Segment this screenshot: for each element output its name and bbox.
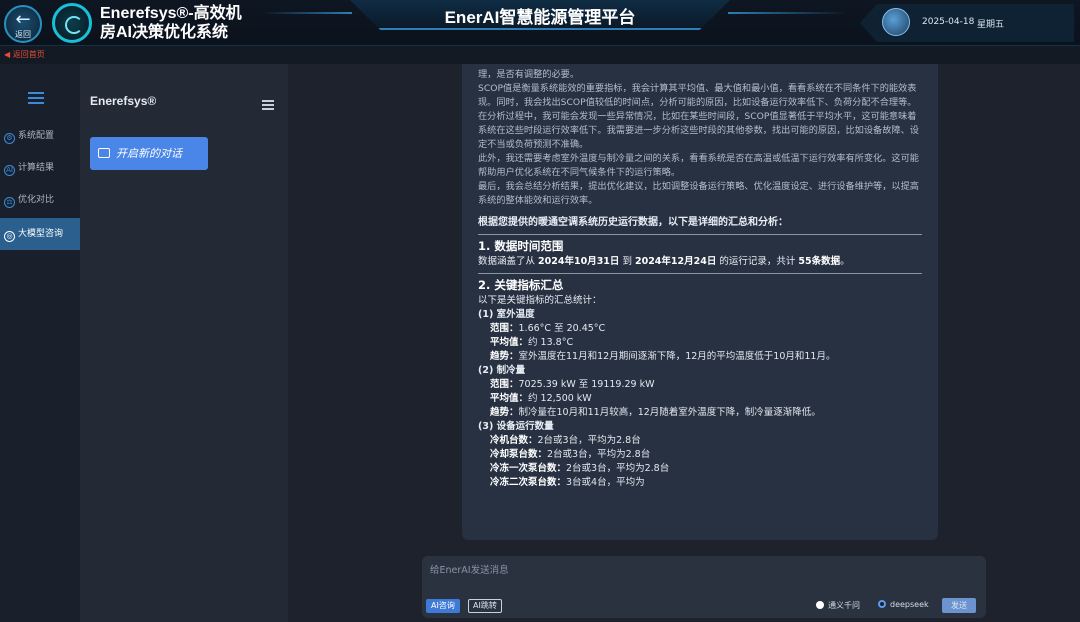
sidebar-item-label: 计算结果	[18, 163, 55, 173]
app-title-line2: 房AI决策优化系统	[100, 24, 229, 41]
metric-group-title: (2) 制冷量	[478, 365, 526, 376]
metric-value: 2台或3台，平均为2.8台	[547, 449, 651, 460]
hamburger-menu-icon[interactable]	[262, 100, 274, 110]
gear-icon: ⚙	[4, 133, 15, 144]
metric-key: 平均值：	[490, 337, 529, 348]
section-intro: 以下是关键指标的汇总统计：	[478, 295, 602, 306]
metric-group-title: (3) 设备运行数量	[478, 421, 554, 432]
new-chat-label: 开启新的对话	[116, 147, 182, 160]
radio-selected-icon	[878, 600, 886, 608]
scale-icon: ⚖	[4, 197, 15, 208]
metric-value: 室外温度在11月和12月期间逐渐下降，12月的平均温度低于10月和11月。	[518, 351, 836, 362]
reasoning-paragraph: 此外，我还需要考虑室外温度与制冷量之间的关系，看看系统是否在高温或低温下运行效率…	[478, 153, 919, 178]
ai-consult-chip[interactable]: AI咨询	[426, 599, 460, 613]
metric-value: 1.66°C 至 20.45°C	[518, 323, 606, 334]
text-fragment: 的运行记录，共计	[716, 256, 799, 267]
metric-value: 约 13.8°C	[528, 337, 574, 348]
breadcrumb-bar: ◀ 返回首页	[0, 46, 1080, 64]
sidebar-item-label: 优化对比	[18, 195, 55, 205]
sidebar-item-llm-consult[interactable]: ◎ 大模型咨询	[0, 218, 80, 250]
sidebar-item-label: 大模型咨询	[18, 229, 64, 239]
conversation-panel: Enerefsys® 开启新的对话	[80, 64, 288, 622]
sidebar: ⚙ 系统配置 AI 计算结果 ⚖ 优化对比 ◎ 大模型咨询	[0, 64, 80, 622]
ai-jump-chip[interactable]: AI跳转	[468, 599, 502, 613]
metric-key: 范围：	[490, 323, 519, 334]
metric-line: 趋势：制冷量在10月和11月较高，12月随着室外温度下降，制冷量逐渐降低。	[478, 406, 922, 420]
model-radio-tongyi[interactable]: 通义千问	[816, 600, 860, 611]
reasoning-paragraph: 在分析过程中，我可能会发现一些异常情况，比如在某些时间段，SCOP值显著低于平均…	[478, 111, 919, 150]
metric-line: 冷却泵台数：2台或3台，平均为2.8台	[478, 448, 922, 462]
chat-bubble-icon	[98, 148, 110, 158]
new-chat-button[interactable]: 开启新的对话	[90, 137, 208, 170]
metric-line: 趋势：室外温度在11月和12月期间逐渐下降，12月的平均温度低于10月和11月。	[478, 350, 922, 364]
message-input-box[interactable]: 给EnerAI发送消息 AI咨询 AI跳转 通义千问 deepseek 发送	[422, 556, 986, 618]
metric-line: 平均值：约 13.8°C	[478, 336, 922, 350]
metric-line: 范围：1.66°C 至 20.45°C	[478, 322, 922, 336]
reasoning-paragraph: 理，是否有调整的必要。	[478, 69, 580, 80]
reasoning-paragraph: SCOP值是衡量系统能效的重要指标，我会计算其平均值、最大值和最小值，看看系统在…	[478, 83, 917, 108]
radio-label: deepseek	[890, 600, 929, 609]
text-fragment: 数据涵盖了从	[478, 256, 539, 267]
metric-line: 冷冻一次泵台数：2台或3台，平均为2.8台	[478, 462, 922, 476]
brand-name: Enerefsys®	[90, 94, 157, 108]
back-arrow-icon: ←	[15, 9, 31, 30]
send-button[interactable]: 发送	[942, 598, 976, 613]
radio-label: 通义千问	[828, 601, 860, 610]
metric-line: 范围：7025.39 kW 至 19119.29 kW	[478, 378, 922, 392]
text-fragment: 。	[840, 256, 850, 267]
metric-key: 平均值：	[490, 393, 529, 404]
app-title-line1: Enerefsys®-高效机	[100, 5, 242, 22]
metric-key: 范围：	[490, 379, 519, 390]
metric-line: 冷机台数：2台或3台，平均为2.8台	[478, 434, 922, 448]
metric-value: 7025.39 kW 至 19119.29 kW	[518, 379, 655, 390]
sidebar-menu-icon[interactable]	[28, 92, 44, 104]
text-fragment: 到	[619, 256, 635, 267]
ai-icon: AI	[4, 165, 15, 176]
metric-key: 趋势：	[490, 351, 519, 362]
metric-line: 平均值：约 12,500 kW	[478, 392, 922, 406]
metric-key: 冷冻一次泵台数：	[490, 463, 567, 474]
header-decoration-right	[728, 12, 848, 14]
header-decoration-left	[262, 12, 352, 14]
metric-key: 冷冻二次泵台数：	[490, 477, 567, 488]
metric-line: 冷冻二次泵台数：3台或4台，平均为	[478, 476, 922, 490]
metric-value: 约 12,500 kW	[528, 393, 592, 404]
start-date: 2024年10月31日	[538, 256, 620, 267]
message-input-placeholder[interactable]: 给EnerAI发送消息	[430, 562, 509, 576]
answer-lead: 根据您提供的暖通空调系统历史运行数据，以下是详细的汇总和分析：	[478, 217, 788, 228]
app-header: ← 返回 Enerefsys®-高效机 房AI决策优化系统 EnerAI智慧能源…	[0, 0, 1080, 46]
data-range-line: 数据涵盖了从 2024年10月31日 到 2024年12月24日 的运行记录，共…	[478, 255, 922, 269]
end-date: 2024年12月24日	[634, 256, 717, 267]
model-radio-deepseek[interactable]: deepseek	[878, 600, 929, 609]
metric-value: 2台或3台，平均为2.8台	[566, 463, 670, 474]
current-weekday: 星期五	[977, 20, 1005, 30]
record-count: 55条数据	[798, 256, 841, 267]
platform-title: EnerAI智慧能源管理平台	[444, 8, 636, 27]
metric-group-title: (1) 室外温度	[478, 309, 535, 320]
breadcrumb-home-link[interactable]: ◀ 返回首页	[4, 49, 45, 60]
metric-value: 制冷量在10月和11月较高，12月随着室外温度下降，制冷量逐渐降低。	[518, 407, 821, 418]
radio-dot-icon	[816, 601, 824, 609]
sidebar-item-label: 系统配置	[18, 131, 55, 141]
metric-key: 趋势：	[490, 407, 519, 418]
section-title: 2. 关键指标汇总	[478, 273, 922, 294]
chat-main: 理，是否有调整的必要。 SCOP值是衡量系统能效的重要指标，我会计算其平均值、最…	[288, 64, 1080, 622]
sidebar-item-results[interactable]: AI 计算结果	[0, 152, 80, 184]
metric-key: 冷机台数：	[490, 435, 538, 446]
sidebar-item-system-config[interactable]: ⚙ 系统配置	[0, 120, 80, 152]
current-date: 2025-04-18	[922, 17, 975, 27]
app-title: Enerefsys®-高效机 房AI决策优化系统	[100, 4, 260, 42]
metric-key: 冷却泵台数：	[490, 449, 548, 460]
metric-value: 3台或4台，平均为	[566, 477, 645, 488]
metric-value: 2台或3台，平均为2.8台	[537, 435, 641, 446]
sidebar-item-optimization-compare[interactable]: ⚖ 优化对比	[0, 184, 80, 216]
app-logo-icon	[52, 3, 92, 43]
globe-icon	[882, 8, 910, 36]
chat-icon: ◎	[4, 231, 15, 242]
section-title: 1. 数据时间范围	[478, 234, 922, 255]
back-button[interactable]: ← 返回	[4, 5, 42, 43]
back-label: 返回	[15, 30, 31, 39]
reasoning-paragraph: 最后，我会总结分析结果，提出优化建议，比如调整设备运行策略、优化温度设定、进行设…	[478, 181, 919, 206]
assistant-message: 理，是否有调整的必要。 SCOP值是衡量系统能效的重要指标，我会计算其平均值、最…	[462, 64, 938, 540]
